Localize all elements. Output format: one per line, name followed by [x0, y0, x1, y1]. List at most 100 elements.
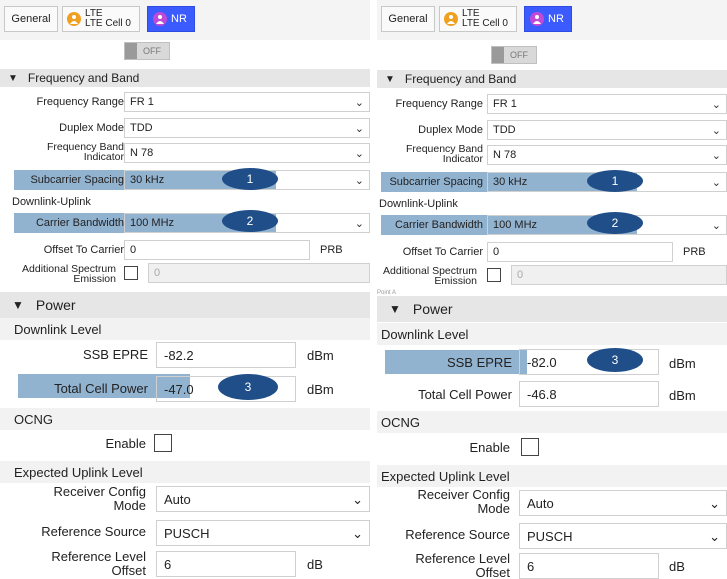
cell-tabs: General LTE LTE Cell 0 NR: [0, 0, 370, 40]
frequency-and-band-header[interactable]: ▼ Frequency and Band: [0, 69, 370, 87]
cell-state-toggle[interactable]: OFF: [491, 46, 537, 64]
frequency-range-select[interactable]: FR 1 ⌄: [487, 94, 727, 114]
callout-badge-3: 3: [218, 374, 278, 400]
tab-lte-cell-0[interactable]: LTE LTE Cell 0: [62, 6, 140, 32]
chevron-down-icon: ⌄: [354, 123, 364, 135]
duplex-mode-label: Duplex Mode: [418, 124, 483, 136]
reference-level-offset-label: Reference Level Offset: [415, 551, 510, 579]
tab-lte-cell-0[interactable]: LTE LTE Cell 0: [439, 6, 517, 32]
chevron-down-icon: ⌄: [711, 99, 721, 111]
carrier-bandwidth-label: Carrier Bandwidth: [394, 219, 483, 231]
reference-level-offset-label: Reference Level Offset: [51, 549, 146, 578]
section-title: Power: [412, 301, 453, 317]
callout-badge-2: 2: [587, 212, 643, 234]
downlink-level-header: Downlink Level: [377, 323, 727, 345]
toggle-label: OFF: [143, 46, 161, 56]
collapse-caret-icon: ▼: [389, 302, 401, 316]
offset-to-carrier-label: Offset To Carrier: [402, 246, 483, 258]
ocng-enable-checkbox[interactable]: [521, 438, 539, 456]
collapse-caret-icon: ▼: [12, 298, 24, 312]
reference-source-select[interactable]: PUSCH ⌄: [156, 520, 370, 546]
duplex-mode-select[interactable]: TDD ⌄: [124, 118, 370, 138]
chevron-down-icon: ⌄: [711, 150, 721, 162]
callout-badge-3: 3: [587, 348, 643, 372]
expected-uplink-level-header: Expected Uplink Level: [377, 465, 727, 487]
chevron-down-icon: ⌄: [354, 148, 364, 160]
collapse-caret-icon: ▼: [8, 72, 18, 84]
tab-nr[interactable]: NR: [147, 6, 195, 32]
reference-source-select[interactable]: PUSCH ⌄: [519, 523, 727, 549]
right-settings-panel: General LTE LTE Cell 0 NR OFF ▼ Frequency…: [377, 0, 727, 579]
frequency-range-label: Frequency Range: [395, 98, 483, 110]
ocng-enable-label: Enable: [105, 436, 146, 451]
downlink-uplink-label: Downlink-Uplink: [12, 196, 91, 208]
dbm-unit: dBm: [669, 356, 696, 371]
tab-general[interactable]: General: [381, 6, 435, 32]
user-equipment-icon: [67, 12, 81, 26]
tab-lte-cell-label: LTE Cell 0: [462, 18, 508, 29]
chevron-down-icon: ⌄: [709, 496, 720, 511]
toggle-label: OFF: [510, 50, 528, 60]
section-title: Frequency and Band: [27, 71, 140, 85]
band-indicator-label: Frequency Band Indicator: [46, 141, 124, 163]
subcarrier-spacing-label: Subcarrier Spacing: [389, 176, 483, 188]
band-indicator-select[interactable]: N 78 ⌄: [124, 143, 370, 163]
chevron-down-icon: ⌄: [711, 125, 721, 137]
offset-to-carrier-input[interactable]: 0: [124, 240, 310, 260]
section-title: Power: [35, 297, 76, 313]
ssb-epre-input[interactable]: -82.2: [156, 342, 296, 368]
chevron-down-icon: ⌄: [711, 177, 721, 189]
ase-input: 0: [148, 263, 370, 283]
offset-to-carrier-label: Offset To Carrier: [43, 244, 124, 256]
db-unit: dB: [307, 557, 323, 572]
tab-general[interactable]: General: [4, 6, 58, 32]
ocng-enable-checkbox[interactable]: [154, 434, 172, 452]
chevron-down-icon: ⌄: [354, 97, 364, 109]
frequency-range-label: Frequency Range: [36, 96, 124, 108]
reference-level-offset-input[interactable]: 6: [156, 551, 296, 577]
tab-general-label: General: [11, 12, 51, 25]
frequency-and-band-header[interactable]: ▼ Frequency and Band: [377, 70, 727, 88]
dbm-unit: dBm: [307, 382, 334, 397]
collapse-caret-icon: ▼: [385, 73, 395, 85]
chevron-down-icon: ⌄: [711, 220, 721, 232]
reference-source-label: Reference Source: [41, 524, 146, 539]
left-settings-panel: General LTE LTE Cell 0 NR OFF ▼ Frequency…: [0, 0, 370, 579]
frequency-range-select[interactable]: FR 1 ⌄: [124, 92, 370, 112]
prb-unit: PRB: [320, 244, 343, 256]
band-indicator-select[interactable]: N 78 ⌄: [487, 145, 727, 165]
receiver-config-mode-label: Receiver Config Mode: [417, 487, 511, 516]
section-title: Frequency and Band: [404, 72, 517, 86]
subcarrier-spacing-label: Subcarrier Spacing: [30, 174, 124, 186]
receiver-config-mode-label: Receiver Config Mode: [53, 484, 147, 513]
tab-nr-label: NR: [171, 12, 187, 25]
receiver-config-mode-select[interactable]: Auto ⌄: [156, 486, 370, 512]
user-equipment-icon: [530, 12, 544, 26]
dbm-unit: dBm: [669, 388, 696, 403]
offset-to-carrier-input[interactable]: 0: [487, 242, 673, 262]
tab-nr[interactable]: NR: [524, 6, 572, 32]
tab-general-label: General: [388, 12, 428, 25]
total-cell-power-input[interactable]: -46.8: [519, 381, 659, 407]
ase-checkbox[interactable]: [124, 266, 138, 280]
total-cell-power-label: Total Cell Power: [418, 387, 512, 402]
ocng-header: OCNG: [377, 411, 727, 433]
receiver-config-mode-select[interactable]: Auto ⌄: [519, 490, 727, 516]
chevron-down-icon: ⌄: [354, 218, 364, 230]
cell-state-toggle[interactable]: OFF: [124, 42, 170, 60]
power-header[interactable]: ▼ Power: [377, 296, 727, 322]
callout-badge-1: 1: [587, 170, 643, 192]
duplex-mode-select[interactable]: TDD ⌄: [487, 120, 727, 140]
power-header[interactable]: ▼ Power: [0, 292, 370, 318]
dbm-unit: dBm: [307, 348, 334, 363]
ase-label: Additional Spectrum Emission: [22, 263, 116, 285]
ase-label: Additional Spectrum Emission: [383, 265, 477, 287]
chevron-down-icon: ⌄: [354, 175, 364, 187]
tab-nr-label: NR: [548, 12, 564, 25]
user-equipment-icon: [444, 12, 458, 26]
reference-level-offset-input[interactable]: 6: [519, 553, 659, 579]
downlink-level-header: Downlink Level: [0, 318, 370, 340]
ase-checkbox[interactable]: [487, 268, 501, 282]
band-indicator-label: Frequency Band Indicator: [405, 143, 483, 165]
panel-divider: [371, 0, 376, 579]
